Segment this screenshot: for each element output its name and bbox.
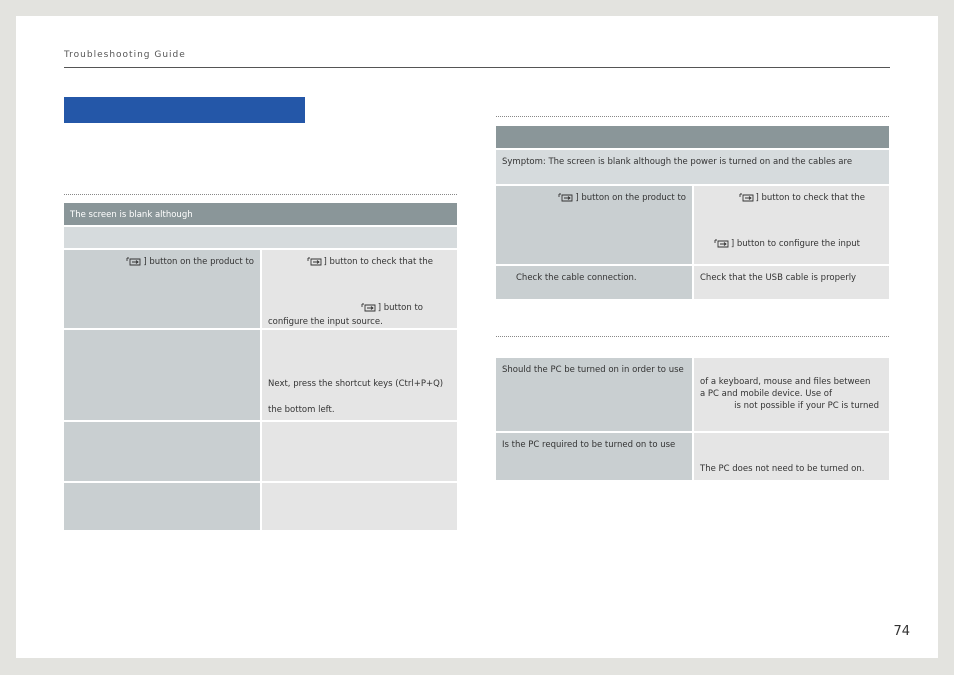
table-cell-text: of a keyboard, mouse and files between [700, 377, 871, 387]
symptom-row: Symptom: The screen is blank although th… [496, 150, 889, 184]
right-table-header [496, 126, 889, 148]
table-cell: ] button to check that the ] button to c… [262, 250, 457, 328]
table-cell-text: Next, press the shortcut keys (Ctrl+P+Q) [268, 379, 444, 389]
table-cell: The PC does not need to be turned on. [694, 433, 889, 480]
dotted-divider [496, 116, 889, 117]
table-cell [262, 483, 457, 530]
section-title-bar [64, 97, 305, 123]
table-cell-text: Is the PC required to be turned on to us… [502, 440, 676, 450]
table-cell: ] button to check that the ] button to c… [694, 186, 889, 264]
left-table-subheader [64, 227, 457, 248]
table-cell: ] button on the product to [64, 250, 260, 328]
manual-page: Troubleshooting Guide The screen is blan… [16, 16, 938, 658]
table-cell-text: The PC does not need to be turned on. [700, 464, 865, 474]
source-icon [739, 193, 755, 206]
table-cell-text: ] button to configure the input [730, 239, 860, 249]
left-table-header: The screen is blank although [64, 203, 457, 225]
page-number: 74 [893, 624, 910, 639]
table-cell: ] button on the product to [496, 186, 692, 264]
table-cell-text: ] button to [377, 303, 423, 313]
table-cell [64, 330, 260, 420]
table-cell-text: ] button on the product to [143, 257, 254, 267]
table-cell-text: a PC and mobile device. Use of [700, 389, 832, 399]
table-cell: Check the cable connection. [496, 266, 692, 299]
table-cell: Next, press the shortcut keys (Ctrl+P+Q)… [262, 330, 457, 420]
table-cell [64, 422, 260, 481]
table-cell-text: Check that the USB cable is properly [700, 273, 857, 283]
table-cell [64, 483, 260, 530]
source-icon [126, 257, 142, 270]
table-cell-text: is not possible if your PC is turned [734, 401, 879, 411]
table-cell-text: the bottom left. [268, 405, 335, 415]
source-icon [307, 257, 323, 270]
table-cell-text: configure the input source. [268, 317, 383, 327]
table-cell-text: ] button to check that the [323, 257, 434, 267]
header-divider [64, 67, 890, 68]
table-cell [262, 422, 457, 481]
symptom-text: Symptom: The screen is blank although th… [502, 157, 853, 167]
table-cell: of a keyboard, mouse and files between a… [694, 358, 889, 431]
table-cell: Should the PC be turned on in order to u… [496, 358, 692, 431]
source-icon [558, 193, 574, 206]
left-table-header-text: The screen is blank although [70, 210, 193, 220]
table-cell-text: ] button to check that the [755, 193, 866, 203]
source-icon [714, 239, 730, 252]
table-cell-text: Check the cable connection. [516, 273, 637, 283]
table-cell: Check that the USB cable is properly [694, 266, 889, 299]
table-cell: Is the PC required to be turned on to us… [496, 433, 692, 480]
table-cell-text: ] button on the product to [575, 193, 686, 203]
dotted-divider [64, 194, 457, 195]
header-title: Troubleshooting Guide [64, 50, 186, 60]
dotted-divider [496, 336, 889, 337]
source-icon [361, 303, 377, 316]
table-cell-text: Should the PC be turned on in order to u… [502, 365, 684, 375]
